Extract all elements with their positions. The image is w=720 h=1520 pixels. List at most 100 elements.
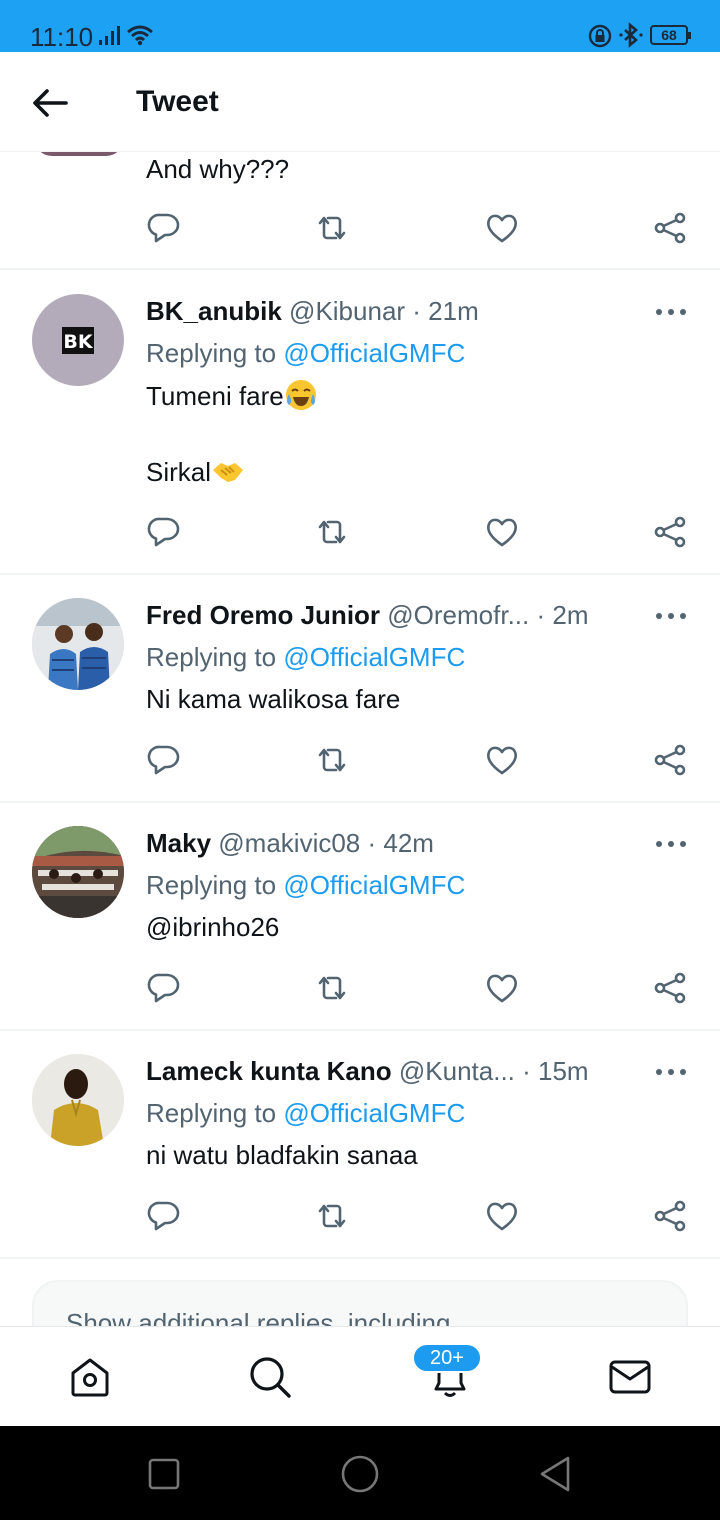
tweet-actions <box>146 514 696 554</box>
show-additional-replies-button[interactable]: Show additional replies, including <box>32 1280 688 1326</box>
svg-text:BK: BK <box>63 331 93 353</box>
bottom-nav: 20+ <box>0 1326 720 1426</box>
reply-icon[interactable] <box>146 970 182 1006</box>
share-icon[interactable] <box>652 514 688 550</box>
tweet-feed[interactable]: And why??? BK BK_anubik @Kibunar · 21m R… <box>0 152 720 1326</box>
user-name[interactable]: Lameck kunta Kano <box>146 1056 392 1086</box>
avatar[interactable]: BK <box>32 294 124 386</box>
replying-to: Replying to @OfficialGMFC <box>146 338 466 368</box>
more-options-icon[interactable] <box>654 610 688 622</box>
tweet-time: · 2m <box>536 600 589 630</box>
mention-link[interactable]: @OfficialGMFC <box>283 338 465 368</box>
tweet-actions <box>146 742 696 782</box>
user-name[interactable]: BK_anubik <box>146 296 282 326</box>
user-handle[interactable]: @Kunta... <box>399 1056 515 1086</box>
reply-icon[interactable] <box>146 1198 182 1234</box>
more-options-icon[interactable] <box>654 306 688 318</box>
like-icon[interactable] <box>484 970 520 1006</box>
wifi-icon <box>127 25 153 46</box>
back-arrow-icon[interactable] <box>30 86 70 120</box>
reply-icon[interactable] <box>146 210 182 246</box>
tweet-actions <box>146 1198 696 1238</box>
user-handle[interactable]: @Kibunar <box>289 296 405 326</box>
tweet-time: · 15m <box>522 1056 589 1086</box>
battery-indicator: 68 <box>650 25 691 45</box>
mention-link[interactable]: @OfficialGMFC <box>283 1098 465 1128</box>
reply-tweet[interactable]: Maky @makivic08 · 42m Replying to @Offic… <box>0 826 720 1026</box>
like-icon[interactable] <box>484 514 520 550</box>
tweet-text: And why??? <box>146 154 290 184</box>
like-icon[interactable] <box>484 210 520 246</box>
tweet-time: · 21m <box>412 296 479 326</box>
avatar[interactable] <box>32 826 124 918</box>
replying-to: Replying to @OfficialGMFC <box>146 642 466 672</box>
user-handle[interactable]: @makivic08 <box>218 828 360 858</box>
reply-icon[interactable] <box>146 742 182 778</box>
tweet-text: Ni kama walikosa fare <box>146 684 401 714</box>
tweet-text: Tumeni fare <box>146 378 318 413</box>
reply-icon[interactable] <box>146 514 182 550</box>
share-icon[interactable] <box>652 210 688 246</box>
more-options-icon[interactable] <box>654 1066 688 1078</box>
tweet-actions <box>146 210 696 250</box>
status-time: 11:10 <box>30 22 94 52</box>
reply-tweet[interactable]: Fred Oremo Junior @Oremofr... · 2m Reply… <box>0 598 720 798</box>
tweet-header: Fred Oremo Junior @Oremofr... · 2m <box>146 598 636 632</box>
status-bar: 11:10 68 <box>0 0 720 52</box>
divider <box>0 1029 720 1031</box>
avatar-photo-icon <box>32 826 124 918</box>
show-additional-replies-label: Show additional replies, including <box>66 1308 451 1326</box>
tweet-time: · 42m <box>367 828 434 858</box>
like-icon[interactable] <box>484 1198 520 1234</box>
divider <box>0 801 720 803</box>
user-handle[interactable]: @Oremofr... <box>387 600 529 630</box>
search-icon[interactable] <box>248 1355 292 1399</box>
share-icon[interactable] <box>652 970 688 1006</box>
mention-link[interactable]: @OfficialGMFC <box>283 870 465 900</box>
tears-of-joy-emoji-icon <box>285 380 316 410</box>
avatar-logo-icon: BK <box>62 327 94 354</box>
notification-count-badge: 20+ <box>412 1343 482 1373</box>
replying-to: Replying to @OfficialGMFC <box>146 870 466 900</box>
vpn-lock-icon <box>588 24 612 48</box>
messages-mail-icon[interactable] <box>608 1355 652 1399</box>
tweet-header: BK_anubik @Kibunar · 21m <box>146 294 636 328</box>
like-icon[interactable] <box>484 742 520 778</box>
handshake-emoji-icon <box>213 463 244 482</box>
signal-icon <box>99 26 120 45</box>
retweet-icon[interactable] <box>314 742 350 778</box>
retweet-icon[interactable] <box>314 1198 350 1234</box>
tweet-text: ni watu bladfakin sanaa <box>146 1140 418 1170</box>
more-options-icon[interactable] <box>654 838 688 850</box>
avatar-photo-icon <box>32 598 124 690</box>
mention-link[interactable]: @OfficialGMFC <box>283 642 465 672</box>
back-triangle-icon[interactable] <box>536 1454 576 1494</box>
reply-tweet[interactable]: BK BK_anubik @Kibunar · 21m Replying to … <box>0 294 720 574</box>
tweet-header: Lameck kunta Kano @Kunta... · 15m <box>146 1054 636 1088</box>
home-circle-icon[interactable] <box>340 1454 380 1494</box>
mention-link[interactable]: @ibrinho26 <box>146 910 279 944</box>
reply-tweet[interactable]: Lameck kunta Kano @Kunta... · 15m Replyi… <box>0 1054 720 1254</box>
avatar[interactable] <box>32 598 124 690</box>
system-navigation-bar <box>0 1426 720 1520</box>
app-header: Tweet <box>0 52 720 152</box>
avatar[interactable] <box>34 152 124 156</box>
retweet-icon[interactable] <box>314 210 350 246</box>
user-name[interactable]: Fred Oremo Junior <box>146 600 380 630</box>
retweet-icon[interactable] <box>314 970 350 1006</box>
divider <box>0 268 720 270</box>
recent-apps-icon[interactable] <box>144 1454 184 1494</box>
replying-to: Replying to @OfficialGMFC <box>146 1098 466 1128</box>
share-icon[interactable] <box>652 742 688 778</box>
user-name[interactable]: Maky <box>146 828 211 858</box>
divider <box>0 1257 720 1259</box>
page-title: Tweet <box>136 85 219 118</box>
tweet-actions <box>146 970 696 1010</box>
divider <box>0 573 720 575</box>
home-icon[interactable] <box>68 1355 112 1399</box>
retweet-icon[interactable] <box>314 514 350 550</box>
tweet-header: Maky @makivic08 · 42m <box>146 826 636 860</box>
avatar[interactable] <box>32 1054 124 1146</box>
tweet-text: Sirkal <box>146 454 245 489</box>
share-icon[interactable] <box>652 1198 688 1234</box>
